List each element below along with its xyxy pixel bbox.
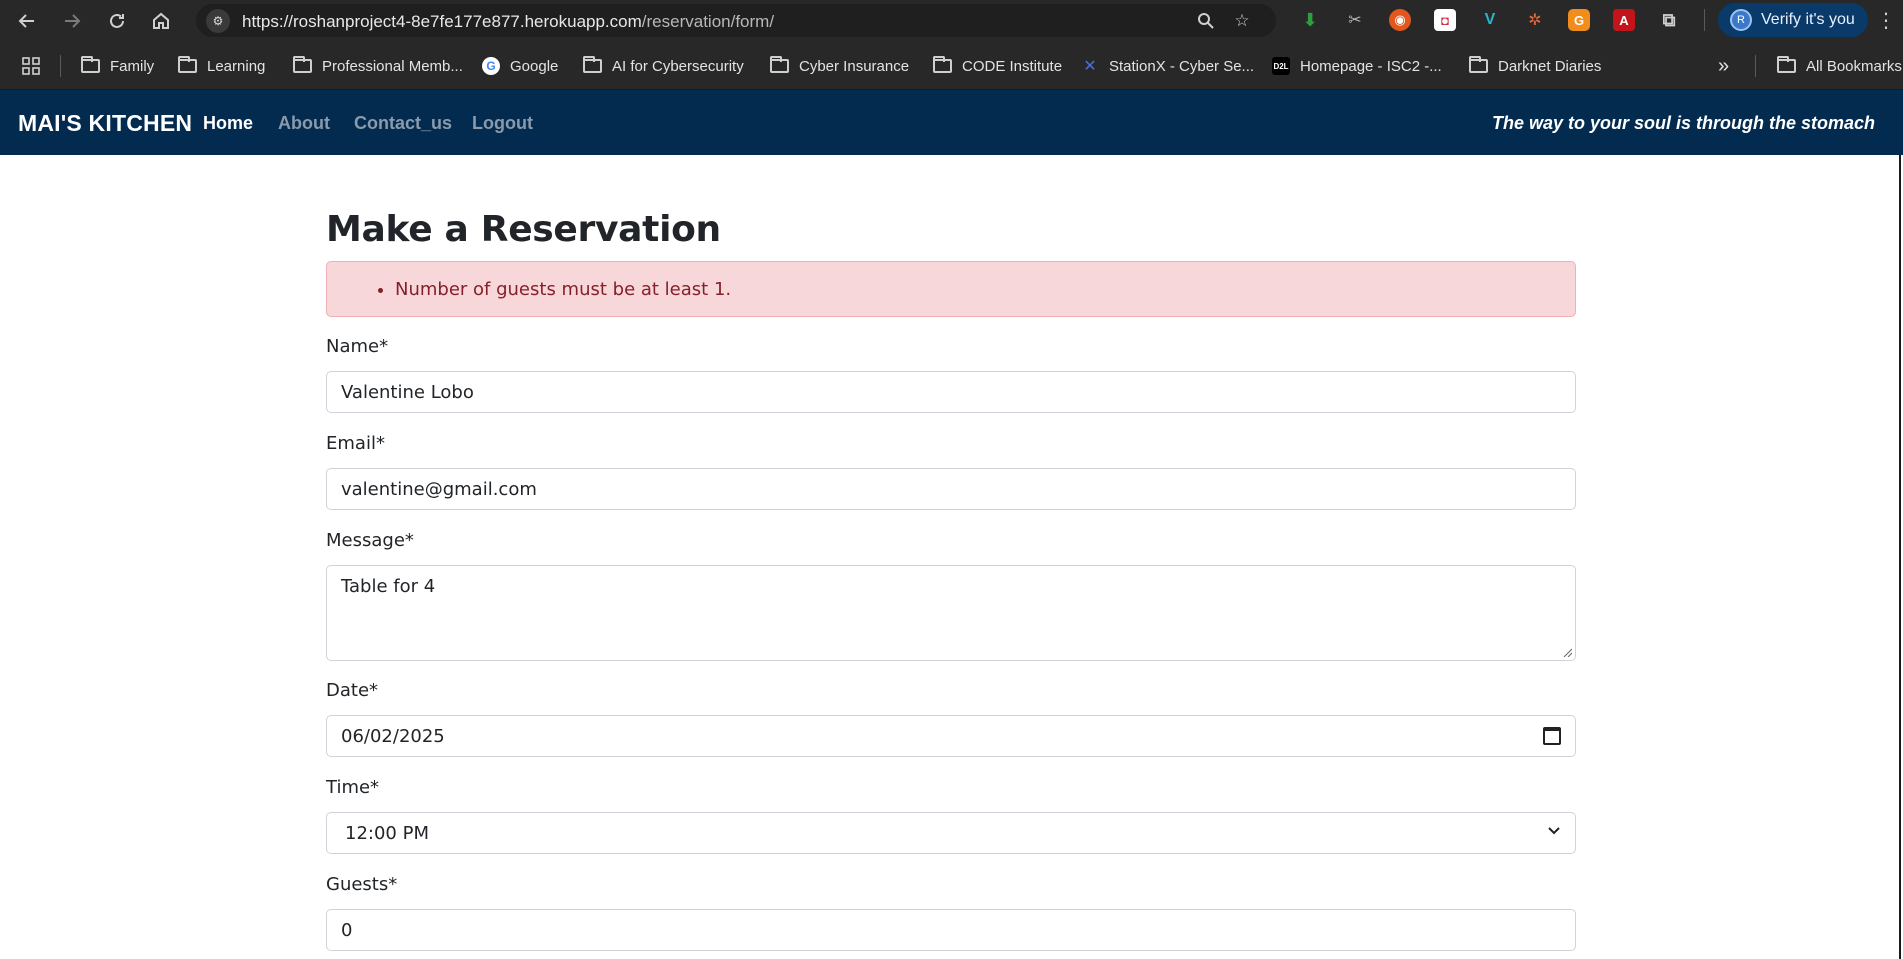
v-extension-icon[interactable]: V [1479,9,1501,31]
error-message: Number of guests must be at least 1. [395,279,731,300]
name-input[interactable]: Valentine Lobo [326,371,1576,413]
site-info-icon[interactable]: ⚙ [206,9,230,33]
bookmark-isc2[interactable]: D2L Homepage - ISC2 -... [1272,55,1442,77]
profile-verify-button[interactable]: R Verify it's you [1718,3,1868,37]
pdf-extension-icon[interactable]: A [1613,9,1635,31]
bookmark-family[interactable]: Family [81,55,154,77]
all-bookmarks-button[interactable]: All Bookmarks [1777,55,1902,77]
folder-icon [583,56,602,73]
folder-icon [293,56,312,73]
folder-icon [1469,56,1488,73]
message-textarea[interactable]: Table for 4 [326,565,1576,661]
forward-icon[interactable] [59,8,85,34]
google-icon: G [482,57,500,75]
guests-value: 0 [341,920,353,941]
scissors-extension-icon[interactable]: ✂ [1344,9,1366,31]
bookmark-google[interactable]: G Google [482,55,558,77]
error-alert: Number of guests must be at least 1. [326,261,1576,317]
chevron-down-icon [1547,822,1561,841]
folder-icon [770,56,789,73]
date-value: 06/02/2025 [341,726,445,747]
site-brand[interactable]: MAI'S KITCHEN [18,110,192,137]
bookmarks-divider [1755,55,1756,77]
email-value: valentine@gmail.com [341,479,537,500]
guests-input[interactable]: 0 [326,909,1576,951]
resize-grip-icon[interactable] [1562,647,1572,657]
time-value: 12:00 PM [345,823,429,844]
address-bar[interactable]: ⚙ https://roshanproject4-8e7fe177e877.he… [196,4,1276,37]
film-extension-icon[interactable]: ✲ [1524,9,1546,31]
name-value: Valentine Lobo [341,382,474,403]
nav-contact-us[interactable]: Contact_us [354,113,452,134]
page-scroll-edge [1899,155,1901,959]
browser-toolbar: ⚙ https://roshanproject4-8e7fe177e877.he… [0,0,1903,41]
nav-home[interactable]: Home [203,113,253,134]
email-label: Email* [326,433,385,454]
bookmarks-bar: Family Learning Professional Memb... G Go… [0,41,1903,90]
error-list: Number of guests must be at least 1. [395,279,731,300]
home-icon[interactable] [148,8,174,34]
guests-label: Guests* [326,874,398,895]
bookmark-star-icon[interactable]: ☆ [1232,11,1252,31]
verify-label: Verify it's you [1761,11,1855,28]
bookmark-ai-cybersecurity[interactable]: AI for Cybersecurity [583,55,744,77]
stationx-icon: ✕ [1083,58,1097,75]
message-value: Table for 4 [341,576,436,597]
pocket-extension-icon[interactable]: ◘ [1434,9,1456,31]
extensions-icon[interactable]: ⧉ [1658,9,1680,31]
bookmark-cyber-insurance[interactable]: Cyber Insurance [770,55,909,77]
download-extension-icon[interactable]: ⬇ [1299,9,1321,31]
bookmark-code-institute[interactable]: CODE Institute [933,55,1062,77]
reload-icon[interactable] [104,8,130,34]
bookmark-stationx[interactable]: ✕ StationX - Cyber Se... [1081,55,1254,77]
d2l-icon: D2L [1272,57,1290,75]
bookmarks-overflow-icon[interactable]: » [1718,55,1729,77]
time-label: Time* [326,777,380,798]
site-navbar: MAI'S KITCHEN Home About Contact_us Logo… [0,90,1903,155]
duckduckgo-extension-icon[interactable]: ◉ [1389,9,1411,31]
nav-about[interactable]: About [278,113,330,134]
zoom-icon[interactable] [1196,11,1216,31]
page-title: Make a Reservation [326,209,721,250]
bookmark-professional[interactable]: Professional Memb... [293,55,463,77]
bookmarks-divider [60,55,61,77]
folder-icon [81,56,100,73]
toolbar-divider [1704,9,1705,31]
g-extension-icon[interactable]: G [1568,9,1590,31]
back-icon[interactable] [14,8,40,34]
folder-icon [178,56,197,73]
more-menu-icon[interactable]: ⋮ [1876,8,1896,32]
message-label: Message* [326,530,414,551]
email-input[interactable]: valentine@gmail.com [326,468,1576,510]
calendar-icon[interactable] [1543,727,1561,745]
folder-icon [933,56,952,73]
avatar: R [1730,9,1752,31]
date-label: Date* [326,680,379,701]
nav-logout[interactable]: Logout [472,113,533,134]
time-select[interactable]: 12:00 PM [326,812,1576,854]
site-tagline: The way to your soul is through the stom… [1491,113,1875,133]
folder-icon [1777,56,1796,73]
bookmark-darknet-diaries[interactable]: Darknet Diaries [1469,55,1601,77]
url-text[interactable]: https://roshanproject4-8e7fe177e877.hero… [242,12,774,32]
bookmark-learning[interactable]: Learning [178,55,265,77]
date-input[interactable]: 06/02/2025 [326,715,1576,757]
apps-icon[interactable] [22,55,40,77]
name-label: Name* [326,336,389,357]
